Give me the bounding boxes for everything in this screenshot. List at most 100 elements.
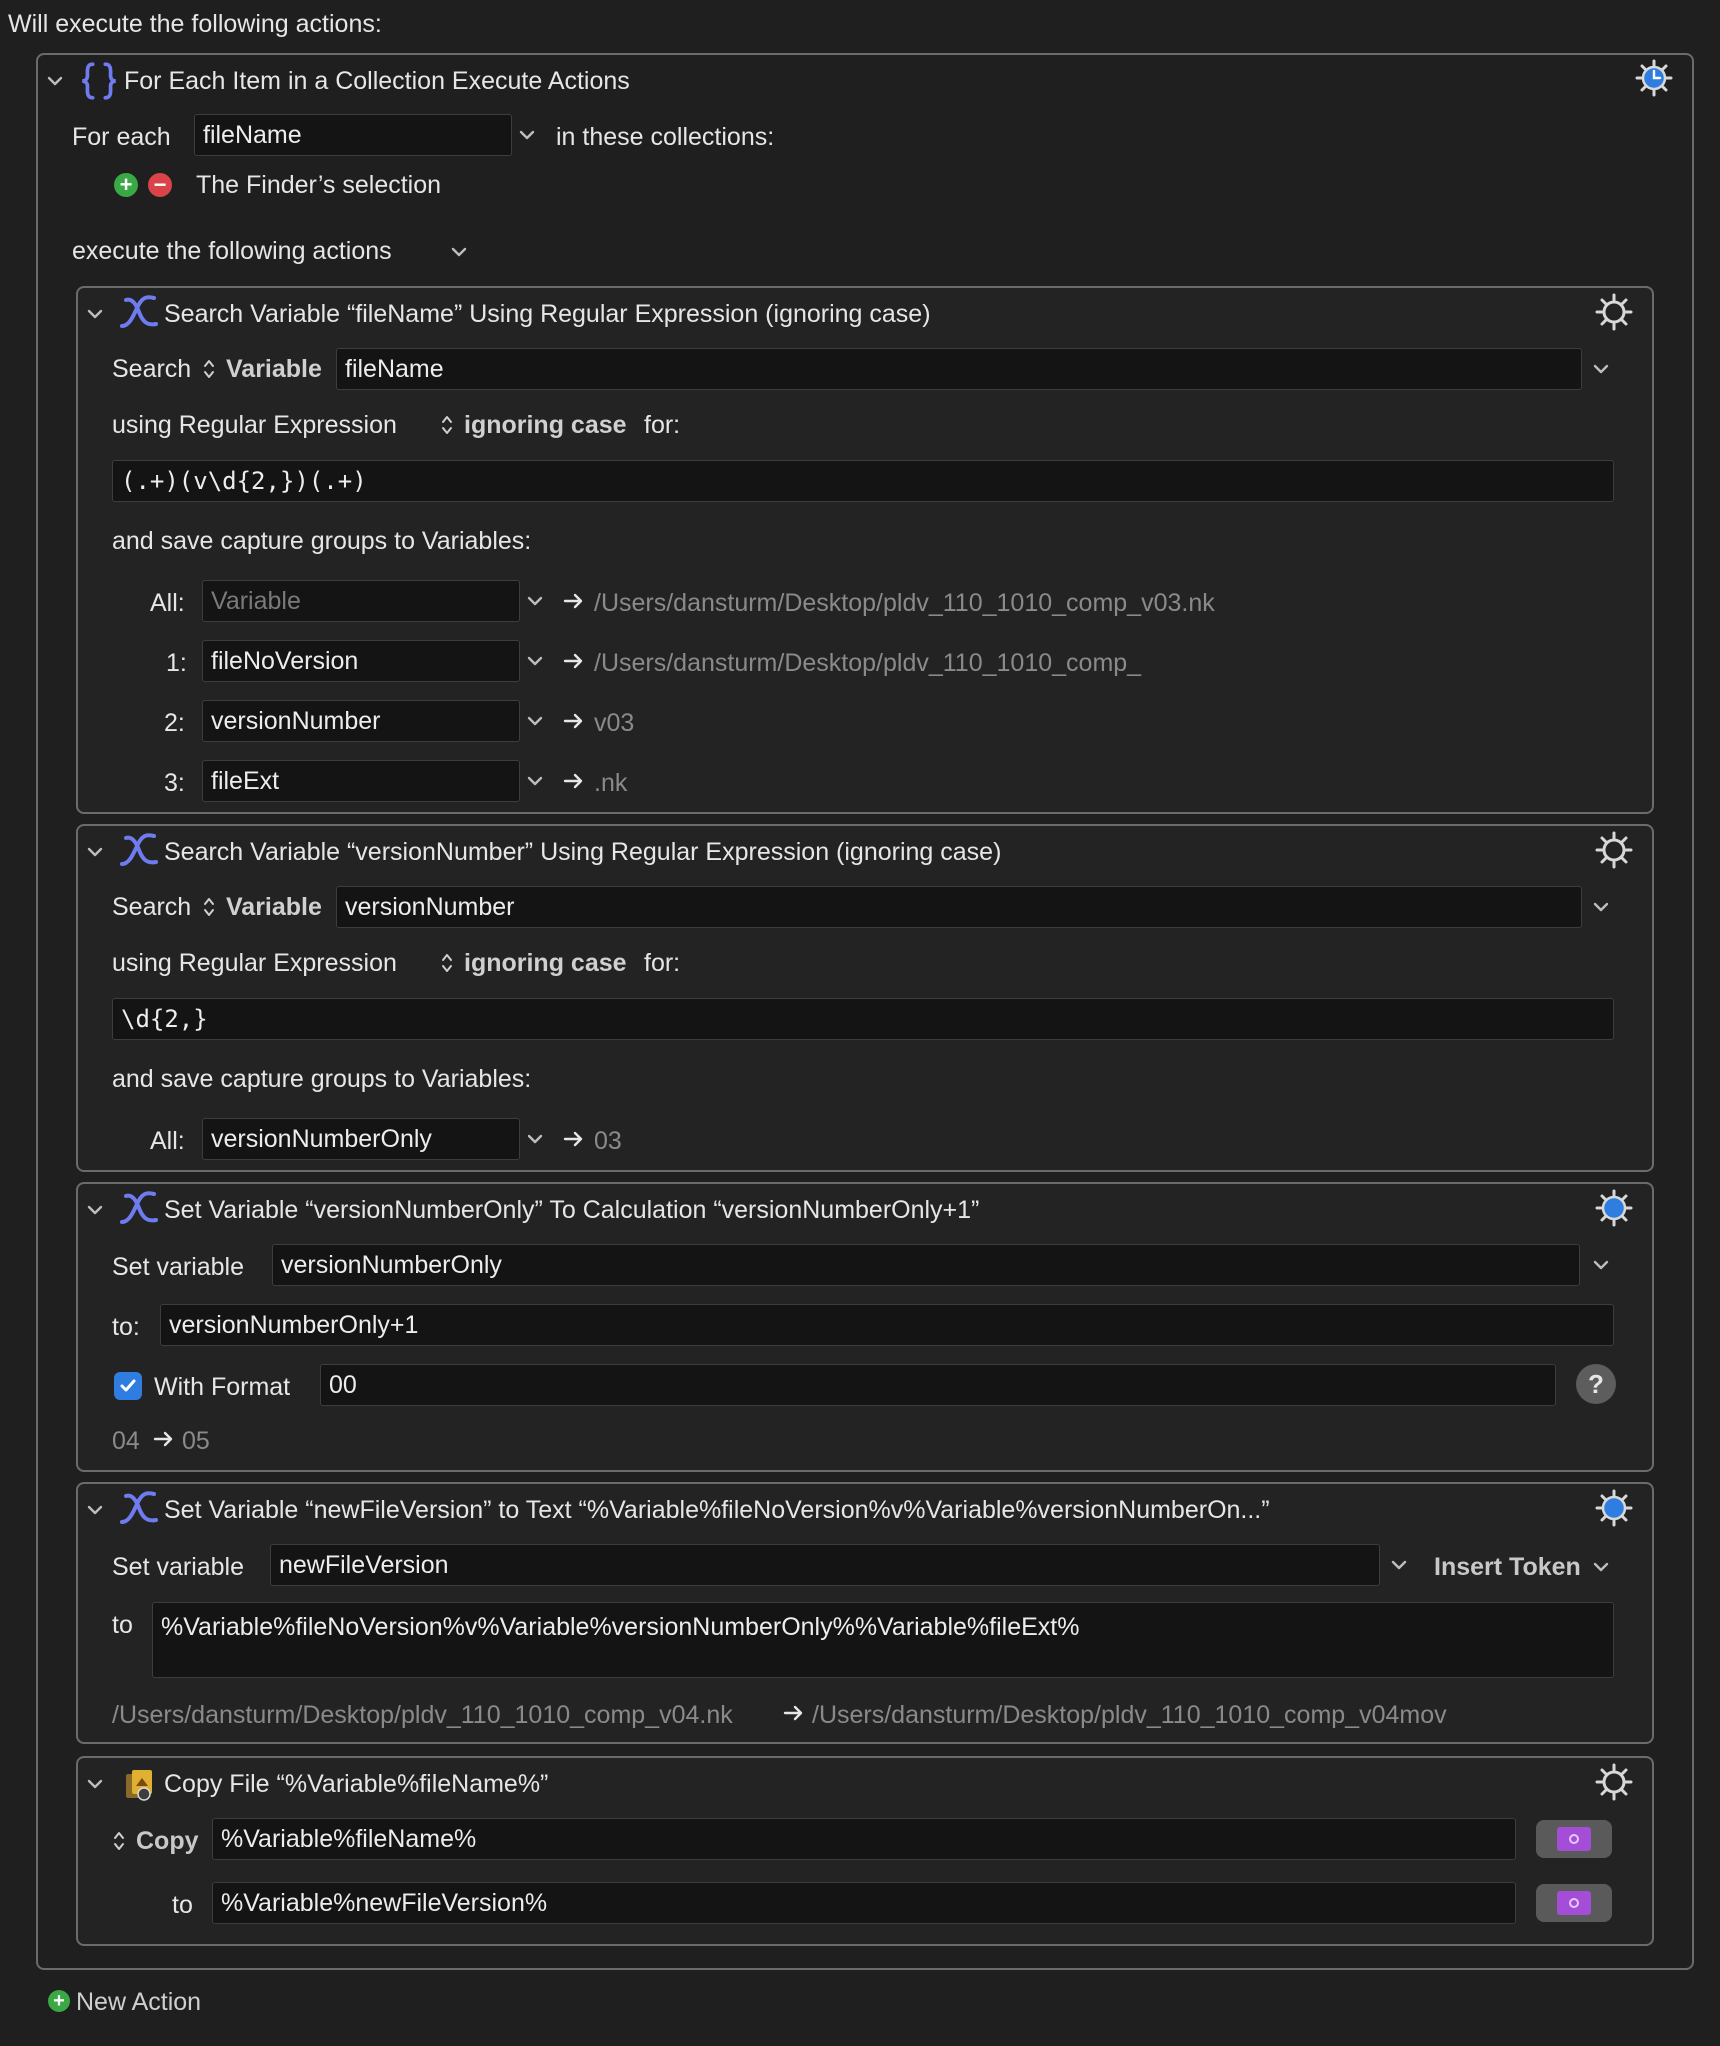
text-value-field[interactable]: %Variable%fileNoVersion%v%Variable%versi… [152, 1602, 1614, 1678]
copy-file-icon [122, 1766, 158, 1802]
settext-title: Set Variable “newFileVersion” to Text “%… [164, 1496, 1270, 1524]
calculation-field[interactable]: versionNumberOnly+1 [160, 1304, 1614, 1346]
execute-dropdown-chevron-icon[interactable] [448, 241, 470, 263]
group-all-field[interactable]: Variable [202, 580, 520, 622]
set-variable-label: Set variable [112, 1553, 245, 1581]
calc-preview-from: 04 [112, 1427, 140, 1455]
text-preview-from: /Users/dansturm/Desktop/pldv_110_1010_co… [112, 1701, 733, 1729]
group-dropdown-chevron-icon[interactable] [524, 1128, 546, 1150]
help-button[interactable]: ? [1576, 1364, 1616, 1404]
choose-destination-button[interactable] [1536, 1884, 1612, 1922]
search-label: Search [112, 355, 192, 383]
arrow-right-icon [562, 769, 586, 793]
group-3-result: .nk [594, 769, 628, 797]
execute-actions-label: execute the following actions [72, 237, 392, 265]
set-variable-label: Set variable [112, 1253, 245, 1281]
new-action-button[interactable]: New Action [76, 1988, 201, 2017]
updown-icon[interactable] [440, 413, 454, 437]
arrow-right-icon [782, 1701, 806, 1725]
gear-icon[interactable] [1594, 1762, 1634, 1802]
collapse-chevron-icon[interactable] [84, 841, 106, 863]
for-each-variable-field[interactable]: fileName [194, 114, 512, 156]
group-all-field[interactable]: versionNumberOnly [202, 1118, 520, 1160]
set-variable-field[interactable]: newFileVersion [270, 1544, 1380, 1586]
collapse-chevron-icon[interactable] [84, 1773, 106, 1795]
with-format-checkbox[interactable] [114, 1372, 142, 1400]
regex-field[interactable]: \d{2,} [112, 998, 1614, 1040]
search-type-popup[interactable]: Variable [226, 355, 322, 384]
add-collection-icon[interactable]: + [114, 173, 138, 197]
case-popup[interactable]: ignoring case [464, 949, 627, 978]
with-format-label: With Format [154, 1373, 291, 1401]
search-variable-field[interactable]: versionNumber [336, 886, 1582, 928]
gear-icon[interactable] [1594, 292, 1634, 332]
folder-icon [1557, 1891, 1591, 1915]
variable-dropdown-chevron-icon[interactable] [516, 124, 538, 146]
copy-destination-field[interactable]: %Variable%newFileVersion% [212, 1882, 1516, 1924]
updown-icon[interactable] [440, 951, 454, 975]
group-2-field[interactable]: versionNumber [202, 700, 520, 742]
group-dropdown-chevron-icon[interactable] [524, 770, 546, 792]
collapse-chevron-icon[interactable] [84, 1199, 106, 1221]
group-all-result: /Users/dansturm/Desktop/pldv_110_1010_co… [594, 589, 1215, 617]
collapse-chevron-icon[interactable] [84, 1499, 106, 1521]
for-each-label: For each [72, 123, 171, 151]
gear-clock-icon[interactable] [1634, 58, 1674, 98]
copy-mode-popup[interactable]: Copy [136, 1827, 199, 1856]
to-label: to: [112, 1313, 140, 1341]
group-1-result: /Users/dansturm/Desktop/pldv_110_1010_co… [594, 649, 1142, 677]
group-all-label: All: [150, 1127, 185, 1155]
add-icon[interactable]: + [48, 1990, 70, 2012]
group-dropdown-chevron-icon[interactable] [524, 710, 546, 732]
collection-item[interactable]: The Finder’s selection [196, 171, 441, 200]
updown-icon[interactable] [202, 895, 216, 919]
group-1-label: 1: [166, 649, 187, 677]
variable-x-icon [116, 830, 160, 870]
search2-title: Search Variable “versionNumber” Using Re… [164, 838, 1002, 866]
variable-x-icon [116, 1188, 160, 1228]
case-popup[interactable]: ignoring case [464, 411, 627, 440]
group-2-label: 2: [164, 709, 185, 737]
updown-icon[interactable] [202, 357, 216, 381]
insert-token-chevron-icon[interactable] [1590, 1556, 1612, 1578]
folder-icon [1557, 1827, 1591, 1851]
using-regex-label: using Regular Expression [112, 949, 397, 977]
for-label: for: [644, 949, 681, 977]
format-field[interactable]: 00 [320, 1364, 1556, 1406]
variable-x-icon [116, 1488, 160, 1528]
set-variable-field[interactable]: versionNumberOnly [272, 1244, 1580, 1286]
gear-icon[interactable] [1594, 830, 1634, 870]
search1-title: Search Variable “fileName” Using Regular… [164, 300, 931, 328]
variable-dropdown-chevron-icon[interactable] [1590, 358, 1612, 380]
updown-icon[interactable] [112, 1829, 126, 1853]
regex-field[interactable]: (.+)(v\d{2,})(.+) [112, 460, 1614, 502]
insert-token-menu[interactable]: Insert Token [1434, 1553, 1581, 1582]
gear-blue-icon[interactable] [1594, 1488, 1634, 1528]
for-each-title: For Each Item in a Collection Execute Ac… [124, 67, 630, 95]
arrow-right-icon [562, 589, 586, 613]
text-preview-to: /Users/dansturm/Desktop/pldv_110_1010_co… [812, 1701, 1447, 1729]
collapse-chevron-icon[interactable] [84, 303, 106, 325]
gear-blue-icon[interactable] [1594, 1188, 1634, 1228]
setcalc-title: Set Variable “versionNumberOnly” To Calc… [164, 1196, 980, 1224]
group-all-result: 03 [594, 1127, 622, 1155]
group-1-field[interactable]: fileNoVersion [202, 640, 520, 682]
copyfile-title: Copy File “%Variable%fileName%” [164, 1770, 549, 1798]
arrow-right-icon [562, 649, 586, 673]
group-dropdown-chevron-icon[interactable] [524, 590, 546, 612]
group-3-field[interactable]: fileExt [202, 760, 520, 802]
collapse-chevron-icon[interactable] [44, 70, 66, 92]
header-label: Will execute the following actions: [8, 10, 382, 38]
group-dropdown-chevron-icon[interactable] [524, 650, 546, 672]
variable-dropdown-chevron-icon[interactable] [1590, 896, 1612, 918]
search-type-popup[interactable]: Variable [226, 893, 322, 922]
choose-source-button[interactable] [1536, 1820, 1612, 1858]
variable-dropdown-chevron-icon[interactable] [1590, 1254, 1612, 1276]
search-variable-field[interactable]: fileName [336, 348, 1582, 390]
arrow-right-icon [562, 1127, 586, 1151]
checkmark-icon [120, 1379, 136, 1392]
remove-collection-icon[interactable]: − [148, 173, 172, 197]
copy-source-field[interactable]: %Variable%fileName% [212, 1818, 1516, 1860]
variable-dropdown-chevron-icon[interactable] [1388, 1554, 1410, 1576]
braces-icon [78, 60, 120, 102]
